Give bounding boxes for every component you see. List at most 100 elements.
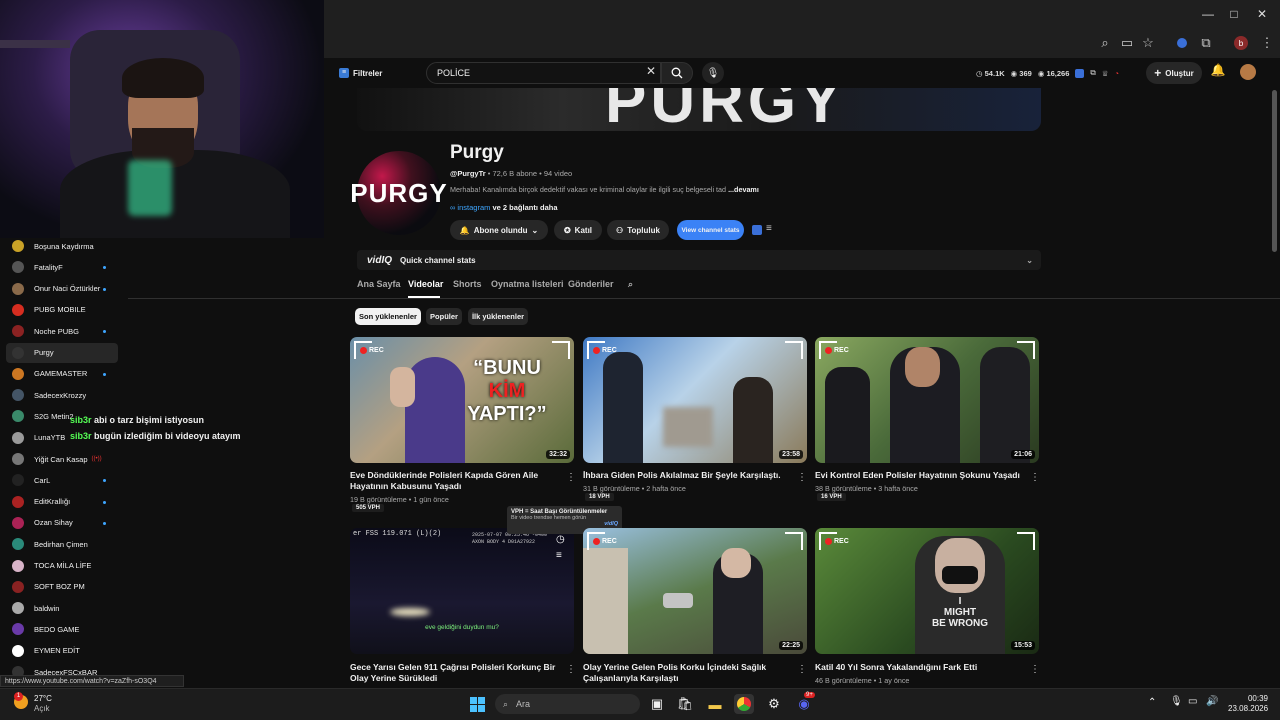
notifications-bell-icon[interactable]: 🔔	[1210, 63, 1226, 81]
microphone-button[interactable]: 🎙	[702, 62, 724, 84]
search-button[interactable]	[661, 62, 693, 84]
tab-playlists[interactable]: Oynatma listeleri	[491, 279, 564, 289]
close-window-button[interactable]: ✕	[1244, 0, 1280, 28]
sidebar-item[interactable]: Noche PUBG	[6, 321, 118, 341]
tab-home[interactable]: Ana Sayfa	[357, 279, 401, 289]
more-options-icon[interactable]: ⋮	[566, 472, 576, 483]
chrome-icon[interactable]	[734, 694, 754, 714]
vidiq-icon[interactable]	[752, 225, 762, 235]
app-icon[interactable]: ⚙	[764, 694, 784, 714]
tab-shorts[interactable]: Shorts	[453, 279, 482, 289]
file-explorer-icon[interactable]: ▬	[705, 694, 725, 714]
vidiq-icon[interactable]	[1075, 68, 1085, 78]
weather-widget[interactable]: 27°C Açık	[34, 694, 52, 714]
list-icon[interactable]: ≡	[766, 223, 772, 234]
more-links[interactable]: ve 2 bağlantı daha	[492, 203, 557, 212]
chip-oldest[interactable]: İlk yüklenenler	[468, 308, 528, 325]
tab-videos[interactable]: Videolar	[408, 279, 443, 289]
sidebar-item[interactable]: CarL	[6, 470, 118, 490]
video-title[interactable]: Olay Yerine Gelen Polis Korku İçindeki S…	[583, 662, 793, 684]
sidebar-item[interactable]: SadecexKrozzy	[6, 385, 118, 405]
profile-icon[interactable]: b	[1231, 33, 1251, 53]
video-thumbnail[interactable]: REC 22:25	[583, 528, 807, 654]
subscribed-button[interactable]: 🔔 Abone olundu ⌄	[450, 220, 548, 240]
puzzle-icon[interactable]: ⧉	[1196, 33, 1216, 53]
community-button[interactable]: ⚇ Topluluk	[607, 220, 669, 240]
instagram-link[interactable]: ∞ instagram	[450, 203, 490, 212]
video-title[interactable]: Evi Kontrol Eden Polisler Hayatının Şoku…	[815, 470, 1025, 481]
sidebar-item[interactable]: EYMEN EDİT	[6, 641, 118, 661]
sidebar-item[interactable]: Yiğit Can Kasap ((•))	[6, 449, 118, 469]
alert-icon[interactable]: ◔	[1115, 69, 1120, 78]
chevron-up-icon[interactable]: ⌃	[1148, 697, 1156, 708]
sidebar-item[interactable]: SOFT BOZ PM	[6, 577, 118, 597]
sidebar-item[interactable]: FatalityF	[6, 257, 118, 277]
view-channel-stats-button[interactable]: View channel stats	[677, 220, 744, 240]
network-icon[interactable]: ▭	[1188, 696, 1197, 707]
chip-popular[interactable]: Popüler	[426, 308, 462, 325]
scrollbar-thumb[interactable]	[1272, 90, 1277, 252]
sidebar-item[interactable]: Bedirhan Çimen	[6, 534, 118, 554]
channel-avatar	[12, 303, 24, 316]
chevron-down-icon[interactable]: ⌄	[1026, 256, 1033, 265]
taskbar-search[interactable]: ⌕ Ara	[495, 694, 640, 714]
channel-search-icon[interactable]: ⌕	[628, 279, 633, 290]
channel-links[interactable]: ∞ instagram ve 2 bağlantı daha	[450, 203, 558, 212]
sidebar-item[interactable]: Onur Naci Öztürkler	[6, 279, 118, 299]
microphone-tray-icon[interactable]: 🎙	[1170, 696, 1183, 707]
quick-channel-stats-bar[interactable]: vidIQ Quick channel stats ⌄	[357, 250, 1041, 270]
chip-latest[interactable]: Son yüklenenler	[355, 308, 421, 325]
add-to-queue-icon[interactable]: ≡	[556, 550, 562, 561]
duration-badge: 22:25	[779, 641, 803, 650]
channel-avatar	[12, 346, 24, 359]
search-input[interactable]: POLİCE	[426, 62, 661, 84]
star-icon[interactable]: ☆	[1138, 33, 1158, 53]
trophy-icon[interactable]: ♕	[1102, 69, 1109, 78]
video-thumbnail[interactable]: “BUNU KİM YAPTI?” REC 32:32	[350, 337, 574, 463]
extension-icon[interactable]	[1172, 33, 1192, 53]
sidebar-item[interactable]: Purgy	[6, 342, 118, 363]
chart-icon[interactable]: ⧉	[1090, 68, 1095, 78]
store-icon[interactable]: 🛍	[675, 694, 695, 714]
join-button[interactable]: ✪ Katıl	[554, 220, 602, 240]
sidebar-item[interactable]: Boşuna Kaydırma	[6, 236, 118, 256]
clock[interactable]: 00:39 23.08.2026	[1228, 694, 1268, 714]
video-title[interactable]: İhbara Giden Polis Akılalmaz Bir Şeyle K…	[583, 470, 793, 481]
sidebar-item[interactable]: GAMEMASTER	[6, 364, 118, 384]
more-options-icon[interactable]: ⋮	[1030, 664, 1040, 675]
menu-icon[interactable]: ⋮	[1257, 33, 1277, 53]
tab-posts[interactable]: Gönderiler	[568, 279, 614, 289]
watch-later-icon[interactable]: ◷	[556, 534, 565, 545]
volume-icon[interactable]: 🔊	[1206, 696, 1218, 707]
more-link[interactable]: ...devamı	[728, 185, 759, 194]
sidebar-item[interactable]: TOCA MİLA LİFE	[6, 556, 118, 576]
more-options-icon[interactable]: ⋮	[566, 664, 576, 675]
sidebar-item[interactable]: baldwin	[6, 598, 118, 618]
more-options-icon[interactable]: ⋮	[1030, 472, 1040, 483]
task-view-icon[interactable]: ▣	[647, 694, 667, 714]
more-options-icon[interactable]: ⋮	[797, 472, 807, 483]
screen-cast-icon[interactable]: ▭	[1117, 33, 1137, 53]
more-options-icon[interactable]: ⋮	[797, 664, 807, 675]
sidebar-item[interactable]: BEDO GAME	[6, 619, 118, 639]
filters-button[interactable]: ≡ Filtreler	[334, 64, 386, 82]
video-title[interactable]: Katil 40 Yıl Sonra Yakalandığını Fark Et…	[815, 662, 1025, 673]
avatar[interactable]	[1240, 64, 1256, 80]
video-thumbnail[interactable]: er FSS 119.071 (L)(2) 2025-07-07 00:25:4…	[350, 528, 574, 654]
create-button[interactable]: + Oluştur	[1146, 62, 1202, 84]
clear-search-icon[interactable]: ✕	[644, 64, 658, 82]
channel-description[interactable]: Merhaba! Kanalımda birçok dedektif vakas…	[450, 185, 780, 194]
video-thumbnail[interactable]: REC 23:58	[583, 337, 807, 463]
video-thumbnail[interactable]: REC 21:06	[815, 337, 1039, 463]
discord-badge: 9+	[804, 692, 815, 698]
video-title[interactable]: Gece Yarısı Gelen 911 Çağrısı Polisleri …	[350, 662, 560, 684]
sidebar-item-label: Boşuna Kaydırma	[34, 241, 94, 251]
video-title[interactable]: Eve Döndüklerinde Polisleri Kapıda Gören…	[350, 470, 560, 492]
sidebar-item[interactable]: EditKrallığı	[6, 492, 118, 512]
video-thumbnail[interactable]: I MIGHT BE WRONG REC 15:53	[815, 528, 1039, 654]
zoom-icon[interactable]: ⌕	[1095, 33, 1115, 53]
sidebar-item[interactable]: PUBG MOBILE	[6, 300, 118, 320]
sidebar-item-label: GAMEMASTER	[34, 369, 88, 379]
sidebar-item[interactable]: Ozan Sihay	[6, 513, 118, 533]
start-windows-icon[interactable]	[467, 694, 487, 714]
